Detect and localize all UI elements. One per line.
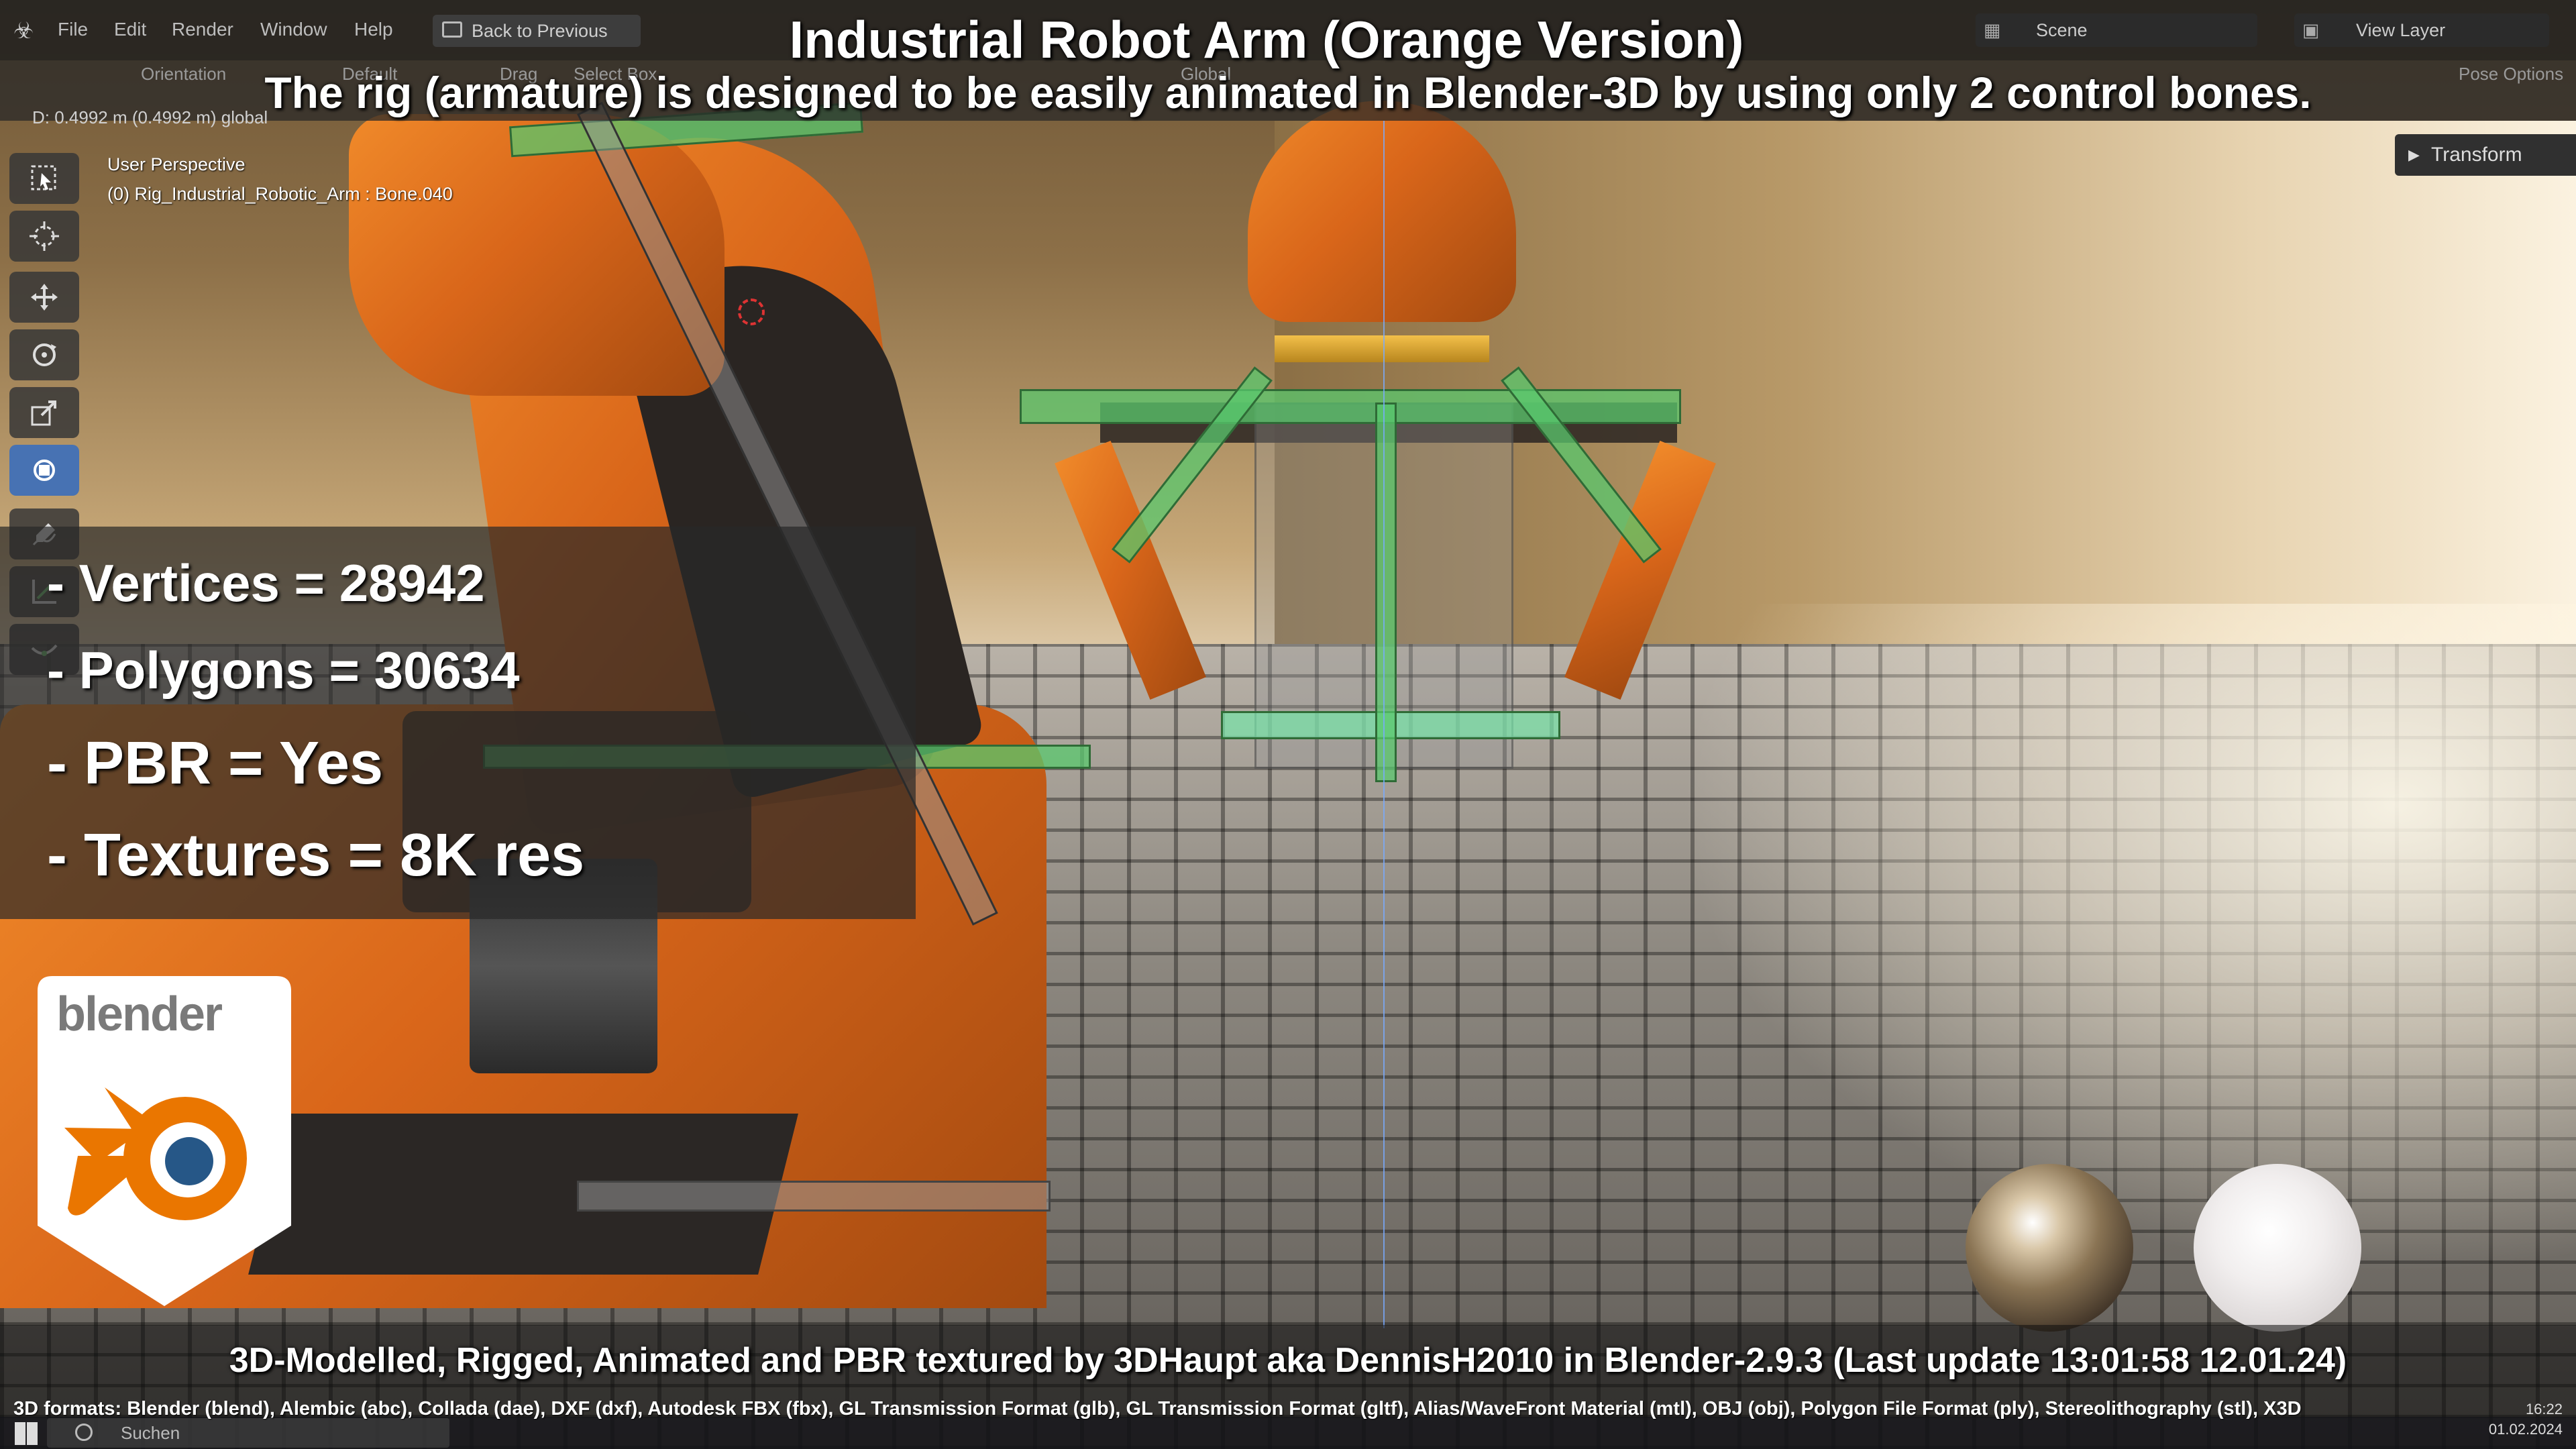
hdri-diffuse-sphere [2194, 1164, 2361, 1332]
transform-tab-label: Transform [2431, 144, 2522, 166]
blender-wordmark: blender [56, 987, 223, 1041]
bone-vertical [1375, 402, 1397, 782]
blender-logo: blender [38, 976, 291, 1306]
subtitle: The rig (armature) is designed to be eas… [264, 68, 2312, 117]
clock-time: 16:22 [2525, 1401, 2563, 1417]
floor-light-glow [1677, 604, 2576, 1275]
bone-head-bar [1020, 389, 1681, 424]
scale-icon [31, 400, 56, 426]
hdri-reflection-sphere [1966, 1164, 2133, 1332]
bone-base-bar [577, 1181, 1051, 1212]
main-title: Industrial Robot Arm (Orange Version) [789, 10, 1744, 69]
credit-line: 3D-Modelled, Rigged, Animated and PBR te… [229, 1341, 2347, 1380]
view-name: User Perspective [107, 154, 246, 174]
3d-cursor[interactable] [738, 299, 765, 325]
taskbar-clock[interactable]: 16:22 01.02.2024 [2475, 1399, 2563, 1440]
rotate-icon [33, 343, 56, 366]
robot-head-flange [1275, 335, 1489, 362]
rotate-tool[interactable] [9, 329, 79, 380]
active-object-name: (0) Rig_Industrial_Robotic_Arm : Bone.04… [107, 184, 453, 204]
move-icon [31, 284, 58, 311]
select-box-tool[interactable] [9, 153, 79, 204]
move-tool[interactable] [9, 272, 79, 323]
search-icon [75, 1424, 93, 1441]
z-axis-line [1383, 121, 1385, 1328]
transform-tool[interactable] [9, 445, 79, 496]
stat-pbr: - PBR = Yes [47, 730, 384, 797]
stat-textures: - Textures = 8K res [47, 822, 585, 889]
scale-tool[interactable] [9, 387, 79, 438]
windows-start-icon[interactable] [15, 1422, 38, 1445]
transform-icon [34, 460, 55, 481]
taskbar-search[interactable]: Suchen [47, 1418, 449, 1448]
expand-arrow-icon: ▶ [2408, 146, 2420, 163]
clock-date: 01.02.2024 [2488, 1421, 2563, 1438]
stat-vertices: - Vertices = 28942 [47, 553, 485, 612]
cursor-icon [30, 221, 59, 251]
taskbar-search-placeholder: Suchen [121, 1423, 180, 1443]
export-formats-line: 3D formats: Blender (blend), Alembic (ab… [13, 1398, 2302, 1419]
stat-polygons: - Polygons = 30634 [47, 641, 520, 700]
select-box-icon [31, 165, 56, 191]
cursor-tool[interactable] [9, 211, 79, 262]
transform-panel-tab[interactable]: ▶ Transform [2395, 134, 2576, 176]
